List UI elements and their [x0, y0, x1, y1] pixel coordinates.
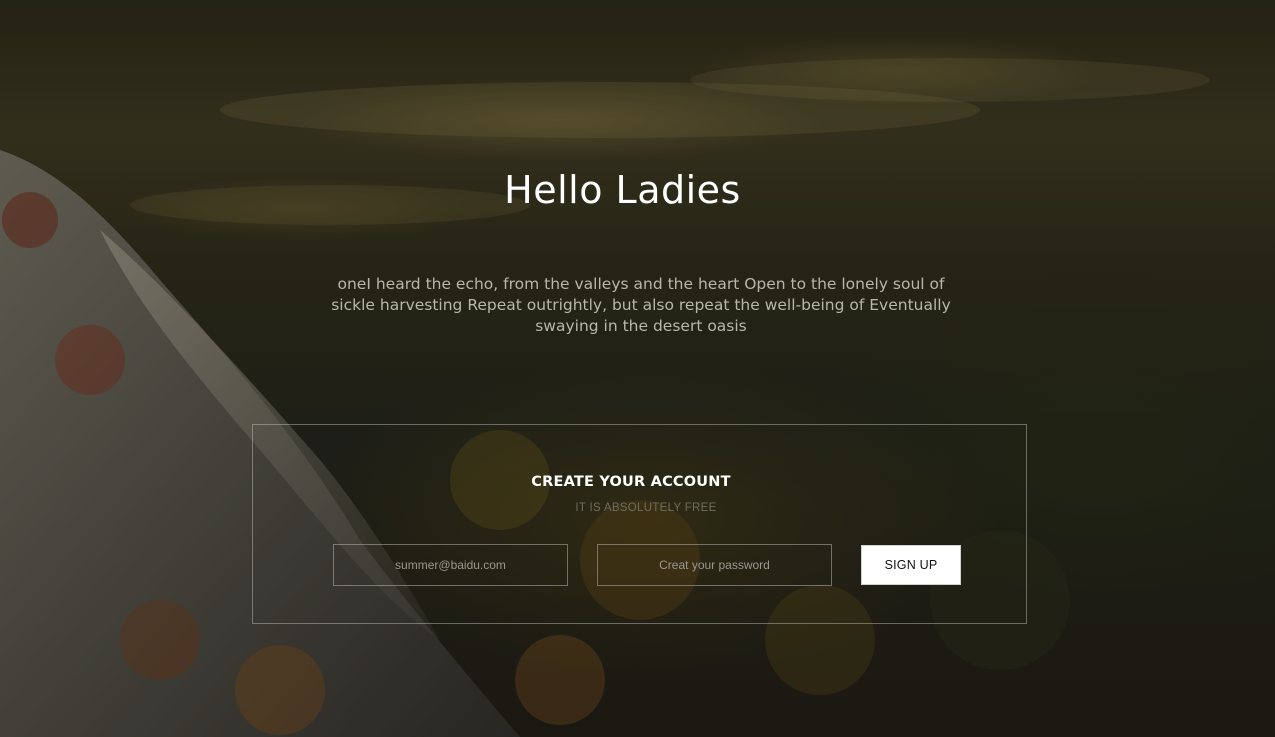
signup-heading: CREATE YOUR ACCOUNT [531, 474, 731, 490]
email-field[interactable] [333, 544, 568, 586]
dark-overlay [0, 0, 1275, 737]
sign-up-button[interactable]: SIGN UP [861, 545, 961, 585]
intro-paragraph: oneI heard the echo, from the valleys an… [331, 275, 951, 335]
signup-subheading: IT IS ABSOLUTELY FREE [575, 502, 717, 514]
page-title: Hello Ladies [504, 168, 741, 212]
signup-form-box: CREATE YOUR ACCOUNT IT IS ABSOLUTELY FRE… [252, 424, 1027, 624]
password-field[interactable] [597, 544, 832, 586]
hero-section: Hello Ladies oneI heard the echo, from t… [0, 0, 1275, 737]
